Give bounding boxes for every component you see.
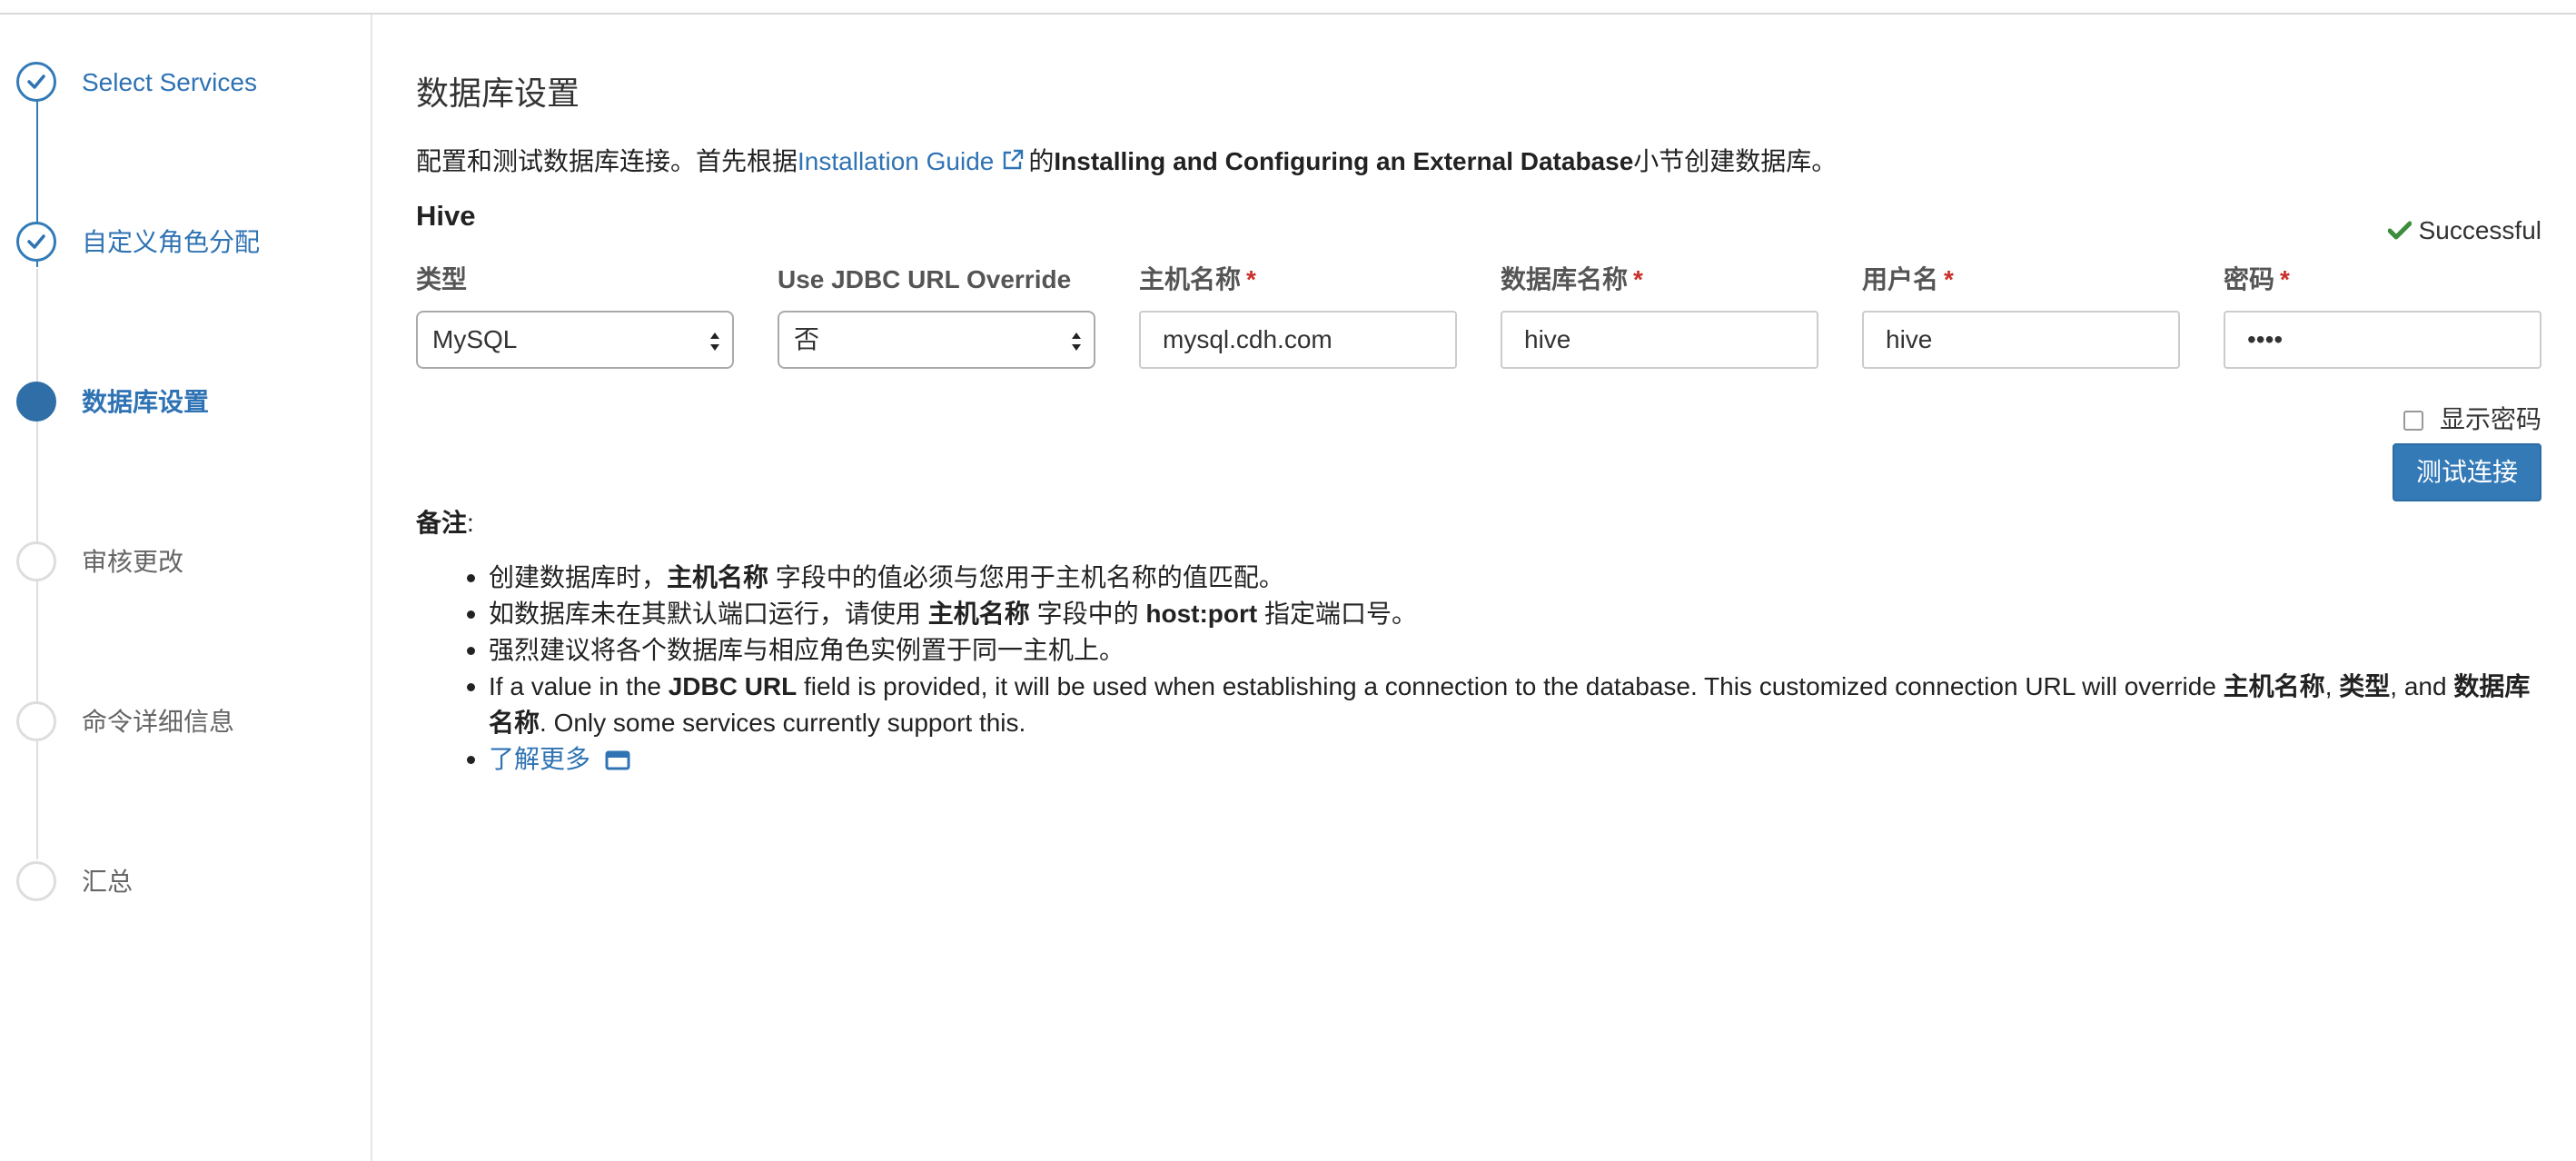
- required-marker: *: [1246, 265, 1256, 293]
- field-label-text: 数据库名称: [1501, 265, 1629, 293]
- field-label: 数据库名称 *: [1501, 262, 1818, 298]
- field-label-text: 主机名称: [1139, 265, 1242, 293]
- intro-bold: Installing and Configuring an External D…: [1054, 147, 1634, 175]
- wizard-step-label: 命令详细信息: [82, 708, 235, 736]
- notes-list: 创建数据库时，主机名称 字段中的值必须与您用于主机名称的值匹配。 如数据库未在其…: [467, 560, 2541, 781]
- field-database-name: 数据库名称 * hive: [1501, 262, 1818, 369]
- learn-more-link[interactable]: 了解更多: [489, 745, 630, 773]
- intro-mid: 的: [1028, 147, 1055, 175]
- note-bold: 类型: [2339, 672, 2391, 700]
- service-name: Hive: [416, 200, 476, 232]
- list-item: 强烈建议将各个数据库与相应角色实例置于同一主机上。: [467, 632, 2541, 669]
- note-bold: 主机名称: [2223, 672, 2325, 700]
- field-password: 密码 * ••••: [2224, 262, 2541, 369]
- installation-guide-link-label: Installation Guide: [798, 147, 995, 175]
- pending-step-indicator: [16, 701, 56, 741]
- test-connection-button[interactable]: 测试连接: [2393, 443, 2541, 501]
- wizard-step-label: 汇总: [82, 868, 134, 896]
- checkmark-icon: [16, 222, 56, 262]
- required-marker: *: [1944, 265, 1954, 293]
- database-type-select[interactable]: MySQL: [416, 311, 734, 369]
- intro-text: 配置和测试数据库连接。首先根据Installation Guide 的Instal…: [416, 142, 1837, 178]
- field-label: 用户名 *: [1862, 262, 2180, 298]
- intro-suffix: 小节创建数据库。: [1633, 147, 1838, 175]
- field-label-text: 密码: [2224, 265, 2275, 293]
- wizard-step-role-assignment[interactable]: 自定义角色分配: [0, 216, 369, 271]
- wizard-step-label: 数据库设置: [82, 388, 210, 416]
- field-jdbc-override: Use JDBC URL Override 否: [778, 262, 1095, 369]
- select-arrows-icon: [710, 332, 719, 351]
- field-hostname: 主机名称 * mysql.cdh.com: [1139, 262, 1457, 369]
- top-divider: [0, 13, 2576, 15]
- password-input[interactable]: ••••: [2224, 311, 2541, 369]
- wizard-step-label: Select Services: [82, 68, 257, 96]
- intro-prefix: 配置和测试数据库连接。首先根据: [416, 147, 798, 175]
- connection-status: Successful: [2387, 216, 2541, 245]
- field-label: 密码 *: [2224, 262, 2541, 298]
- note-text: 如数据库未在其默认端口运行，请使用: [489, 600, 928, 628]
- notes-heading-colon: :: [467, 509, 474, 537]
- field-username: 用户名 * hive: [1862, 262, 2180, 369]
- list-item: 创建数据库时，主机名称 字段中的值必须与您用于主机名称的值匹配。: [467, 560, 2541, 596]
- list-item: If a value in the JDBC URL field is prov…: [467, 669, 2541, 741]
- note-text: If a value in the: [489, 672, 669, 700]
- show-password-toggle[interactable]: 显示密码: [2403, 400, 2541, 436]
- username-input[interactable]: hive: [1862, 311, 2180, 369]
- page-title: 数据库设置: [416, 74, 580, 112]
- window-icon: [605, 745, 630, 781]
- wizard-sidebar: Select Services 自定义角色分配 数据库设置 审核更改 命令详细信…: [0, 15, 372, 1161]
- database-name-input[interactable]: hive: [1501, 311, 1818, 369]
- field-label-text: 用户名: [1862, 265, 1939, 293]
- field-label: Use JDBC URL Override: [778, 265, 1072, 293]
- wizard-step-command-details[interactable]: 命令详细信息: [0, 696, 369, 750]
- notes-heading: 备注:: [416, 503, 474, 540]
- wizard-step-database-setup[interactable]: 数据库设置: [0, 376, 369, 431]
- field-label: 类型: [416, 265, 468, 293]
- note-text: ,: [2324, 672, 2340, 700]
- note-text: 指定端口号。: [1257, 600, 1418, 628]
- external-link-icon: [1001, 148, 1025, 178]
- wizard-step-select-services[interactable]: Select Services: [0, 56, 369, 111]
- hostname-input[interactable]: mysql.cdh.com: [1139, 311, 1457, 369]
- note-bold: host:port: [1145, 600, 1258, 628]
- list-item: 如数据库未在其默认端口运行，请使用 主机名称 字段中的 host:port 指定…: [467, 596, 2541, 632]
- field-label: 主机名称 *: [1139, 262, 1457, 298]
- wizard-step-summary[interactable]: 汇总: [0, 856, 369, 910]
- note-text: 字段中的: [1029, 600, 1146, 628]
- note-text: field is provided, it will be used when …: [797, 672, 2224, 700]
- success-check-icon: [2387, 221, 2413, 240]
- connection-status-text: Successful: [2418, 216, 2541, 244]
- note-text: 创建数据库时，: [489, 563, 668, 591]
- note-bold: 主机名称: [927, 600, 1030, 628]
- checkmark-icon: [16, 62, 56, 102]
- installation-guide-link[interactable]: Installation Guide: [798, 147, 1028, 175]
- notes-heading-text: 备注: [416, 509, 468, 537]
- note-text: . Only some services currently support t…: [540, 709, 1026, 737]
- show-password-checkbox[interactable]: [2403, 411, 2423, 431]
- wizard-step-label: 审核更改: [82, 548, 184, 576]
- note-text: 字段中的值必须与您用于主机名称的值匹配。: [768, 563, 1284, 591]
- learn-more-label: 了解更多: [489, 745, 591, 773]
- jdbc-override-value: 否: [794, 325, 820, 353]
- current-step-indicator: [16, 382, 56, 422]
- select-arrows-icon: [1072, 332, 1081, 351]
- list-item: 了解更多: [467, 741, 2541, 781]
- note-bold: JDBC URL: [668, 672, 798, 700]
- note-bold: 主机名称: [667, 563, 769, 591]
- database-type-value: MySQL: [432, 325, 518, 353]
- show-password-label: 显示密码: [2439, 405, 2541, 433]
- pending-step-indicator: [16, 541, 56, 581]
- field-type: 类型 MySQL: [416, 262, 734, 369]
- required-marker: *: [2280, 265, 2290, 293]
- wizard-step-review-changes[interactable]: 审核更改: [0, 536, 369, 590]
- required-marker: *: [1633, 265, 1643, 293]
- note-text: , and: [2390, 672, 2454, 700]
- note-text: 强烈建议将各个数据库与相应角色实例置于同一主机上。: [489, 636, 1125, 664]
- pending-step-indicator: [16, 861, 56, 901]
- wizard-step-label: 自定义角色分配: [82, 228, 261, 256]
- step-connector: [36, 641, 38, 859]
- jdbc-override-select[interactable]: 否: [778, 311, 1095, 369]
